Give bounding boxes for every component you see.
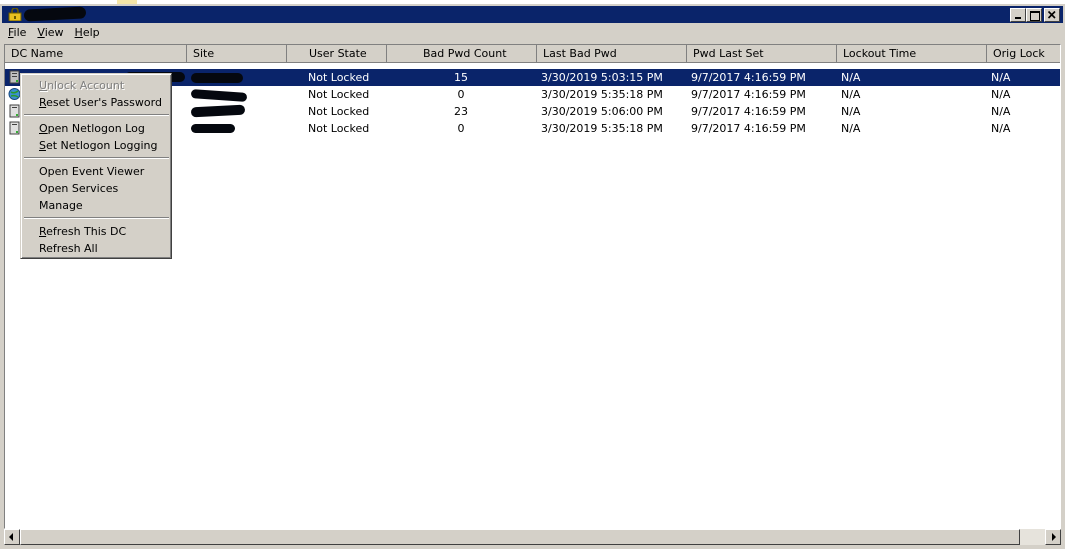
cell-pwd-last-set: 9/7/2017 4:16:59 PM [691,88,806,101]
redacted-site [191,124,235,133]
ctx-open-event-viewer[interactable]: Open Event Viewer [24,163,168,180]
cell-user-state: Not Locked [308,122,370,135]
close-icon [1047,10,1056,19]
window-title [23,6,87,22]
ctx-refresh-all[interactable]: Refresh All [24,240,168,257]
ctx-set-netlogon-logging[interactable]: Set Netlogon Logging [24,137,168,154]
app-window: File View Help DC Name Site User State B… [0,4,1065,549]
cell-user-state: Not Locked [308,88,370,101]
maximize-button[interactable] [1026,8,1042,22]
cell-pwd-last-set: 9/7/2017 4:16:59 PM [691,71,806,84]
scroll-thumb[interactable] [20,529,1020,545]
cell-user-state: Not Locked [308,105,370,118]
scroll-left-button[interactable] [4,529,20,545]
list-header: DC Name Site User State Bad Pwd Count La… [5,45,1060,63]
cell-last-bad-pwd: 3/30/2019 5:35:18 PM [541,88,663,101]
redacted-site [190,89,248,102]
ctx-refresh-this-dc[interactable]: Refresh This DC [24,223,168,240]
ctx-reset-password[interactable]: Reset User's Password [24,94,168,111]
col-header-dc-name[interactable]: DC Name [5,45,187,63]
lock-app-icon [8,8,22,21]
scroll-right-button[interactable] [1045,529,1061,545]
col-header-lockout-time[interactable]: Lockout Time [837,45,987,63]
cell-orig-lock: N/A [991,122,1011,135]
close-button[interactable] [1044,8,1060,22]
cell-bad-pwd-count: 15 [454,71,468,84]
cell-lockout-time: N/A [841,105,861,118]
col-header-user-state[interactable]: User State [287,45,387,63]
cell-last-bad-pwd: 3/30/2019 5:03:15 PM [541,71,663,84]
col-header-last-bad-pwd[interactable]: Last Bad Pwd [537,45,687,63]
cell-orig-lock: N/A [991,71,1011,84]
arrow-right-icon [1052,533,1056,541]
redacted-site [191,73,243,83]
col-header-orig-lock[interactable]: Orig Lock [987,45,1060,63]
col-header-site[interactable]: Site [187,45,287,63]
redacted-site [190,104,246,118]
minimize-icon [1015,17,1021,19]
cell-bad-pwd-count: 0 [457,122,465,135]
horizontal-scrollbar[interactable] [4,529,1061,545]
ctx-separator [24,114,169,116]
ctx-manage[interactable]: Manage [24,197,168,214]
col-header-pwd-last-set[interactable]: Pwd Last Set [687,45,837,63]
cell-last-bad-pwd: 3/30/2019 5:06:00 PM [541,105,663,118]
ctx-open-netlogon-log[interactable]: Open Netlogon Log [24,120,168,137]
cell-last-bad-pwd: 3/30/2019 5:35:18 PM [541,122,663,135]
col-header-bad-pwd-count[interactable]: Bad Pwd Count [387,45,537,63]
maximize-icon [1030,11,1040,21]
title-bar[interactable] [2,6,1063,23]
redacted-title [23,6,87,22]
minimize-button[interactable] [1010,8,1026,22]
ctx-separator [24,157,169,159]
cell-lockout-time: N/A [841,71,861,84]
cell-lockout-time: N/A [841,122,861,135]
cell-orig-lock: N/A [991,88,1011,101]
cell-user-state: Not Locked [308,71,370,84]
menu-bar: File View Help [2,24,1063,42]
cell-pwd-last-set: 9/7/2017 4:16:59 PM [691,105,806,118]
cell-bad-pwd-count: 23 [454,105,468,118]
cell-bad-pwd-count: 0 [457,88,465,101]
arrow-left-icon [9,533,13,541]
menu-help[interactable]: Help [69,24,105,42]
menu-view[interactable]: View [31,24,68,42]
cell-pwd-last-set: 9/7/2017 4:16:59 PM [691,122,806,135]
cell-lockout-time: N/A [841,88,861,101]
ctx-unlock-account[interactable]: Unlock Account [24,77,168,94]
ctx-separator [24,217,169,219]
cell-orig-lock: N/A [991,105,1011,118]
menu-file[interactable]: File [2,24,31,42]
context-menu: Unlock Account Reset User's Password Ope… [20,73,172,259]
ctx-open-services[interactable]: Open Services [24,180,168,197]
